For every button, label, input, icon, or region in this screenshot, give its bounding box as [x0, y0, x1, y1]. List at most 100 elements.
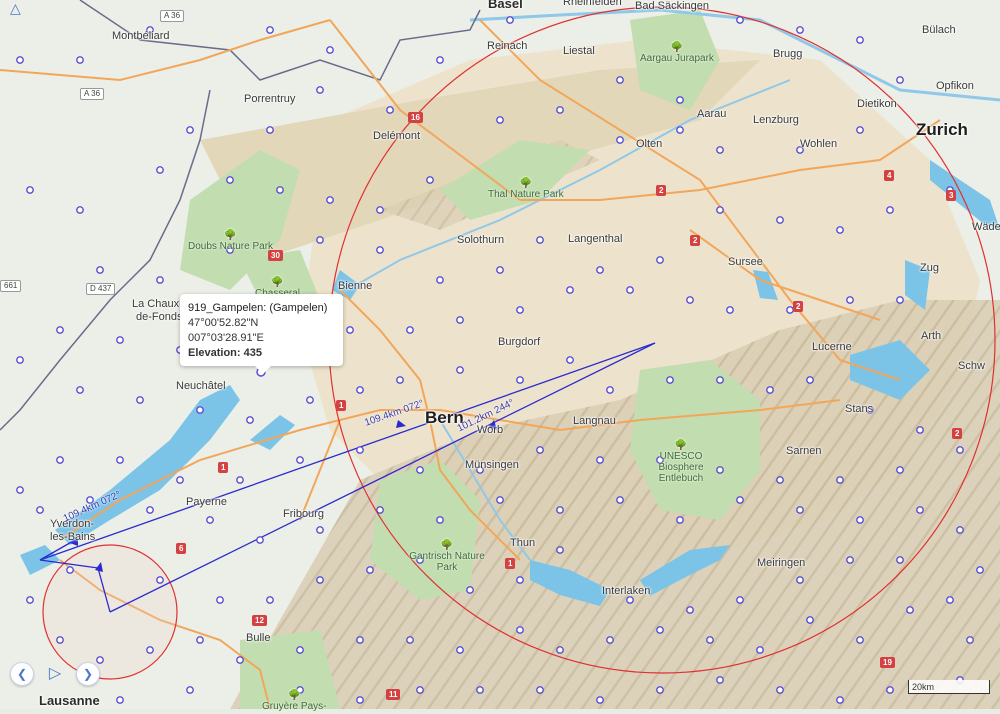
waypoint-marker[interactable]: [676, 126, 684, 134]
waypoint-marker[interactable]: [156, 276, 164, 284]
waypoint-marker[interactable]: [416, 686, 424, 694]
waypoint-marker[interactable]: [156, 166, 164, 174]
waypoint-marker[interactable]: [616, 496, 624, 504]
waypoint-marker[interactable]: [196, 406, 204, 414]
waypoint-marker[interactable]: [916, 506, 924, 514]
waypoint-marker[interactable]: [516, 576, 524, 584]
waypoint-marker[interactable]: [76, 56, 84, 64]
waypoint-marker[interactable]: [316, 86, 324, 94]
waypoint-marker[interactable]: [916, 426, 924, 434]
waypoint-marker[interactable]: [136, 396, 144, 404]
waypoint-marker[interactable]: [596, 266, 604, 274]
next-button[interactable]: ❯: [76, 662, 100, 686]
waypoint-marker[interactable]: [326, 196, 334, 204]
waypoint-marker[interactable]: [196, 636, 204, 644]
waypoint-marker[interactable]: [436, 516, 444, 524]
waypoint-marker[interactable]: [946, 596, 954, 604]
waypoint-marker[interactable]: [316, 576, 324, 584]
waypoint-marker[interactable]: [186, 126, 194, 134]
waypoint-marker[interactable]: [316, 526, 324, 534]
waypoint-marker[interactable]: [256, 536, 264, 544]
waypoint-marker[interactable]: [496, 496, 504, 504]
triangle-icon[interactable]: △: [10, 0, 21, 17]
waypoint-marker[interactable]: [216, 596, 224, 604]
waypoint-marker[interactable]: [396, 376, 404, 384]
waypoint-marker[interactable]: [76, 386, 84, 394]
waypoint-marker[interactable]: [766, 386, 774, 394]
waypoint-marker[interactable]: [556, 506, 564, 514]
waypoint-marker[interactable]: [736, 16, 744, 24]
waypoint-marker[interactable]: [36, 506, 44, 514]
waypoint-marker[interactable]: [316, 236, 324, 244]
waypoint-marker[interactable]: [66, 566, 74, 574]
waypoint-marker[interactable]: [16, 356, 24, 364]
previous-button[interactable]: ❮: [10, 662, 34, 686]
waypoint-marker[interactable]: [776, 476, 784, 484]
waypoint-marker[interactable]: [266, 126, 274, 134]
waypoint-marker[interactable]: [536, 446, 544, 454]
waypoint-marker[interactable]: [56, 456, 64, 464]
waypoint-marker[interactable]: [806, 376, 814, 384]
waypoint-marker[interactable]: [176, 476, 184, 484]
waypoint-marker[interactable]: [896, 296, 904, 304]
waypoint-marker[interactable]: [496, 116, 504, 124]
waypoint-marker[interactable]: [686, 296, 694, 304]
waypoint-marker[interactable]: [206, 516, 214, 524]
waypoint-marker[interactable]: [716, 206, 724, 214]
waypoint-marker[interactable]: [976, 566, 984, 574]
waypoint-marker[interactable]: [606, 636, 614, 644]
waypoint-marker[interactable]: [596, 456, 604, 464]
waypoint-marker[interactable]: [896, 466, 904, 474]
waypoint-marker[interactable]: [376, 246, 384, 254]
waypoint-marker[interactable]: [906, 606, 914, 614]
waypoint-marker[interactable]: [296, 456, 304, 464]
waypoint-marker[interactable]: [956, 526, 964, 534]
waypoint-marker[interactable]: [676, 96, 684, 104]
waypoint-marker[interactable]: [716, 676, 724, 684]
waypoint-marker[interactable]: [666, 376, 674, 384]
waypoint-marker[interactable]: [406, 636, 414, 644]
waypoint-marker[interactable]: [236, 476, 244, 484]
waypoint-marker[interactable]: [836, 476, 844, 484]
waypoint-marker[interactable]: [26, 596, 34, 604]
waypoint-marker[interactable]: [96, 266, 104, 274]
waypoint-marker[interactable]: [896, 76, 904, 84]
waypoint-marker[interactable]: [836, 226, 844, 234]
waypoint-marker[interactable]: [556, 646, 564, 654]
waypoint-marker[interactable]: [466, 586, 474, 594]
waypoint-popup[interactable]: 919_Gampelen: (Gampelen) 47°00'52.82"N 0…: [180, 294, 343, 374]
waypoint-marker[interactable]: [716, 376, 724, 384]
waypoint-marker[interactable]: [556, 106, 564, 114]
waypoint-marker[interactable]: [706, 636, 714, 644]
waypoint-marker[interactable]: [226, 176, 234, 184]
waypoint-marker[interactable]: [776, 216, 784, 224]
waypoint-marker[interactable]: [376, 206, 384, 214]
waypoint-marker[interactable]: [366, 566, 374, 574]
waypoint-marker[interactable]: [686, 606, 694, 614]
waypoint-marker[interactable]: [516, 306, 524, 314]
waypoint-marker[interactable]: [406, 326, 414, 334]
waypoint-marker[interactable]: [856, 516, 864, 524]
waypoint-marker[interactable]: [626, 596, 634, 604]
waypoint-marker[interactable]: [236, 656, 244, 664]
waypoint-marker[interactable]: [886, 686, 894, 694]
waypoint-marker[interactable]: [806, 616, 814, 624]
waypoint-marker[interactable]: [266, 26, 274, 34]
waypoint-marker[interactable]: [886, 206, 894, 214]
waypoint-marker[interactable]: [356, 446, 364, 454]
waypoint-marker[interactable]: [96, 656, 104, 664]
waypoint-marker[interactable]: [266, 596, 274, 604]
waypoint-marker[interactable]: [956, 446, 964, 454]
waypoint-marker[interactable]: [676, 516, 684, 524]
waypoint-marker[interactable]: [566, 356, 574, 364]
waypoint-marker[interactable]: [836, 696, 844, 704]
waypoint-marker[interactable]: [846, 556, 854, 564]
waypoint-marker[interactable]: [26, 186, 34, 194]
waypoint-marker[interactable]: [966, 636, 974, 644]
waypoint-marker[interactable]: [346, 326, 354, 334]
waypoint-marker[interactable]: [426, 176, 434, 184]
map-canvas[interactable]: Basel Rheinfelden Bad Säckingen Montbéliard…: [0, 0, 1000, 712]
waypoint-marker[interactable]: [656, 686, 664, 694]
waypoint-marker[interactable]: [516, 626, 524, 634]
waypoint-marker[interactable]: [436, 276, 444, 284]
